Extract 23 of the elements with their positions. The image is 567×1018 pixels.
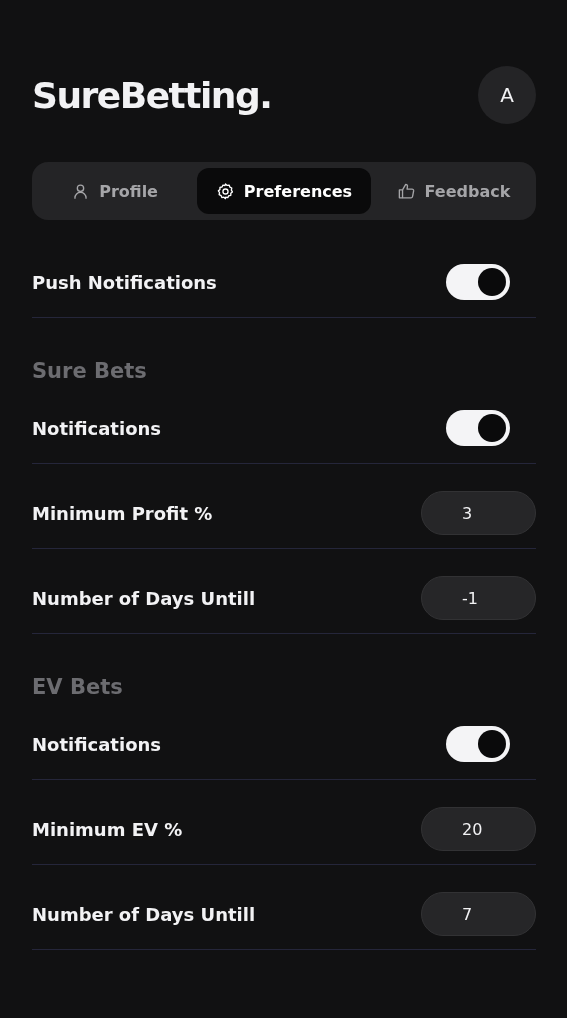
- tab[interactable]: Preferences: [197, 168, 371, 214]
- setting-label: Number of Days Untill: [32, 587, 256, 609]
- tab[interactable]: Profile: [38, 168, 192, 214]
- number-field[interactable]: 3: [421, 491, 536, 535]
- toggle-switch[interactable]: [446, 410, 510, 446]
- toggle-switch[interactable]: [446, 726, 510, 762]
- number-field[interactable]: 20: [421, 807, 536, 851]
- setting-label: Notifications: [32, 417, 162, 439]
- number-field[interactable]: -1: [421, 576, 536, 620]
- setting-label: Notifications: [32, 733, 162, 755]
- thumbs-up-icon: [396, 181, 416, 201]
- section-heading: Sure Bets: [32, 358, 148, 384]
- settings-icon: [215, 181, 235, 201]
- number-field[interactable]: 7: [421, 892, 536, 936]
- setting-label: Minimum EV %: [32, 818, 183, 840]
- avatar[interactable]: A: [478, 66, 536, 124]
- tab[interactable]: Feedback: [376, 168, 530, 214]
- setting-label: Push Notifications: [32, 271, 217, 293]
- setting-label: Minimum Profit %: [32, 502, 213, 524]
- setting-label: Number of Days Untill: [32, 903, 256, 925]
- toggle-switch[interactable]: [446, 264, 510, 300]
- section-heading: EV Bets: [32, 674, 124, 700]
- app-logo: SureBetting.: [32, 74, 272, 116]
